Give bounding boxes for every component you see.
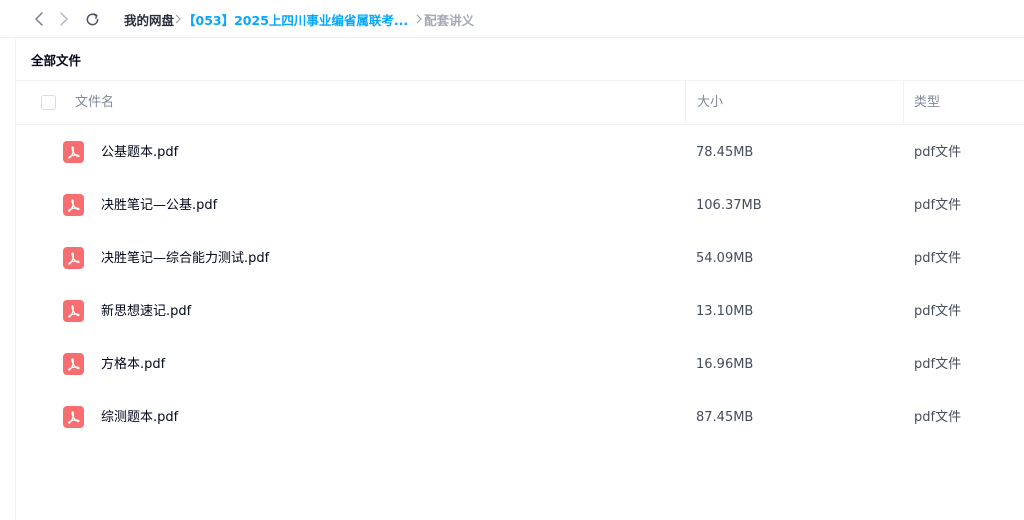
- breadcrumb-folder[interactable]: 【053】2025上四川事业编省属联考...: [183, 10, 408, 29]
- top-toolbar: 我的网盘 【053】2025上四川事业编省属联考... 配套讲义: [0, 0, 1024, 38]
- file-list: 公基题本.pdf 78.45MB pdf文件 决胜笔记—公基.pdf 106.3…: [16, 126, 1024, 444]
- breadcrumb-root[interactable]: 我的网盘: [124, 10, 174, 29]
- file-name[interactable]: 决胜笔记—综合能力测试.pdf: [101, 232, 269, 285]
- refresh-icon[interactable]: [82, 9, 102, 29]
- file-name[interactable]: 公基题本.pdf: [101, 126, 178, 179]
- column-header-name[interactable]: 文件名: [75, 81, 114, 125]
- file-type: pdf文件: [914, 198, 962, 213]
- file-name[interactable]: 综测题本.pdf: [101, 391, 178, 444]
- pdf-file-icon: [63, 141, 84, 163]
- file-size: 106.37MB: [696, 198, 762, 213]
- file-size: 16.96MB: [696, 357, 754, 372]
- file-row[interactable]: 方格本.pdf 16.96MB pdf文件: [16, 338, 1024, 391]
- breadcrumb-separator-icon: [175, 14, 181, 24]
- file-row[interactable]: 综测题本.pdf 87.45MB pdf文件: [16, 391, 1024, 444]
- select-all-checkbox[interactable]: [41, 95, 56, 110]
- back-chevron-left-icon[interactable]: [29, 9, 49, 29]
- file-size: 78.45MB: [696, 145, 754, 160]
- file-row[interactable]: 新思想速记.pdf 13.10MB pdf文件: [16, 285, 1024, 338]
- file-row[interactable]: 决胜笔记—公基.pdf 106.37MB pdf文件: [16, 179, 1024, 232]
- table-header: 文件名 大小 类型: [16, 81, 1024, 125]
- file-row[interactable]: 决胜笔记—综合能力测试.pdf 54.09MB pdf文件: [16, 232, 1024, 285]
- pdf-file-icon: [63, 247, 84, 269]
- file-type: pdf文件: [914, 410, 962, 425]
- file-type: pdf文件: [914, 304, 962, 319]
- file-type: pdf文件: [914, 145, 962, 160]
- file-name[interactable]: 新思想速记.pdf: [101, 285, 191, 338]
- file-size: 13.10MB: [696, 304, 754, 319]
- pdf-file-icon: [63, 300, 84, 322]
- column-divider[interactable]: [903, 81, 904, 125]
- breadcrumb: 我的网盘 【053】2025上四川事业编省属联考... 配套讲义: [124, 0, 474, 38]
- pdf-file-icon: [63, 194, 84, 216]
- file-name[interactable]: 方格本.pdf: [101, 338, 165, 391]
- page-title: 全部文件: [31, 53, 82, 68]
- pdf-file-icon: [63, 406, 84, 428]
- file-type: pdf文件: [914, 357, 962, 372]
- file-size: 87.45MB: [696, 410, 754, 425]
- file-size: 54.09MB: [696, 251, 754, 266]
- breadcrumb-separator-icon: [416, 14, 423, 24]
- forward-chevron-right-icon[interactable]: [54, 9, 74, 29]
- file-name[interactable]: 决胜笔记—公基.pdf: [101, 179, 217, 232]
- column-header-type[interactable]: 类型: [914, 81, 940, 125]
- file-type: pdf文件: [914, 251, 962, 266]
- column-divider[interactable]: [685, 81, 686, 125]
- column-header-size[interactable]: 大小: [697, 81, 723, 125]
- breadcrumb-current: 配套讲义: [424, 12, 475, 28]
- pdf-file-icon: [63, 353, 84, 375]
- file-row[interactable]: 公基题本.pdf 78.45MB pdf文件: [16, 126, 1024, 179]
